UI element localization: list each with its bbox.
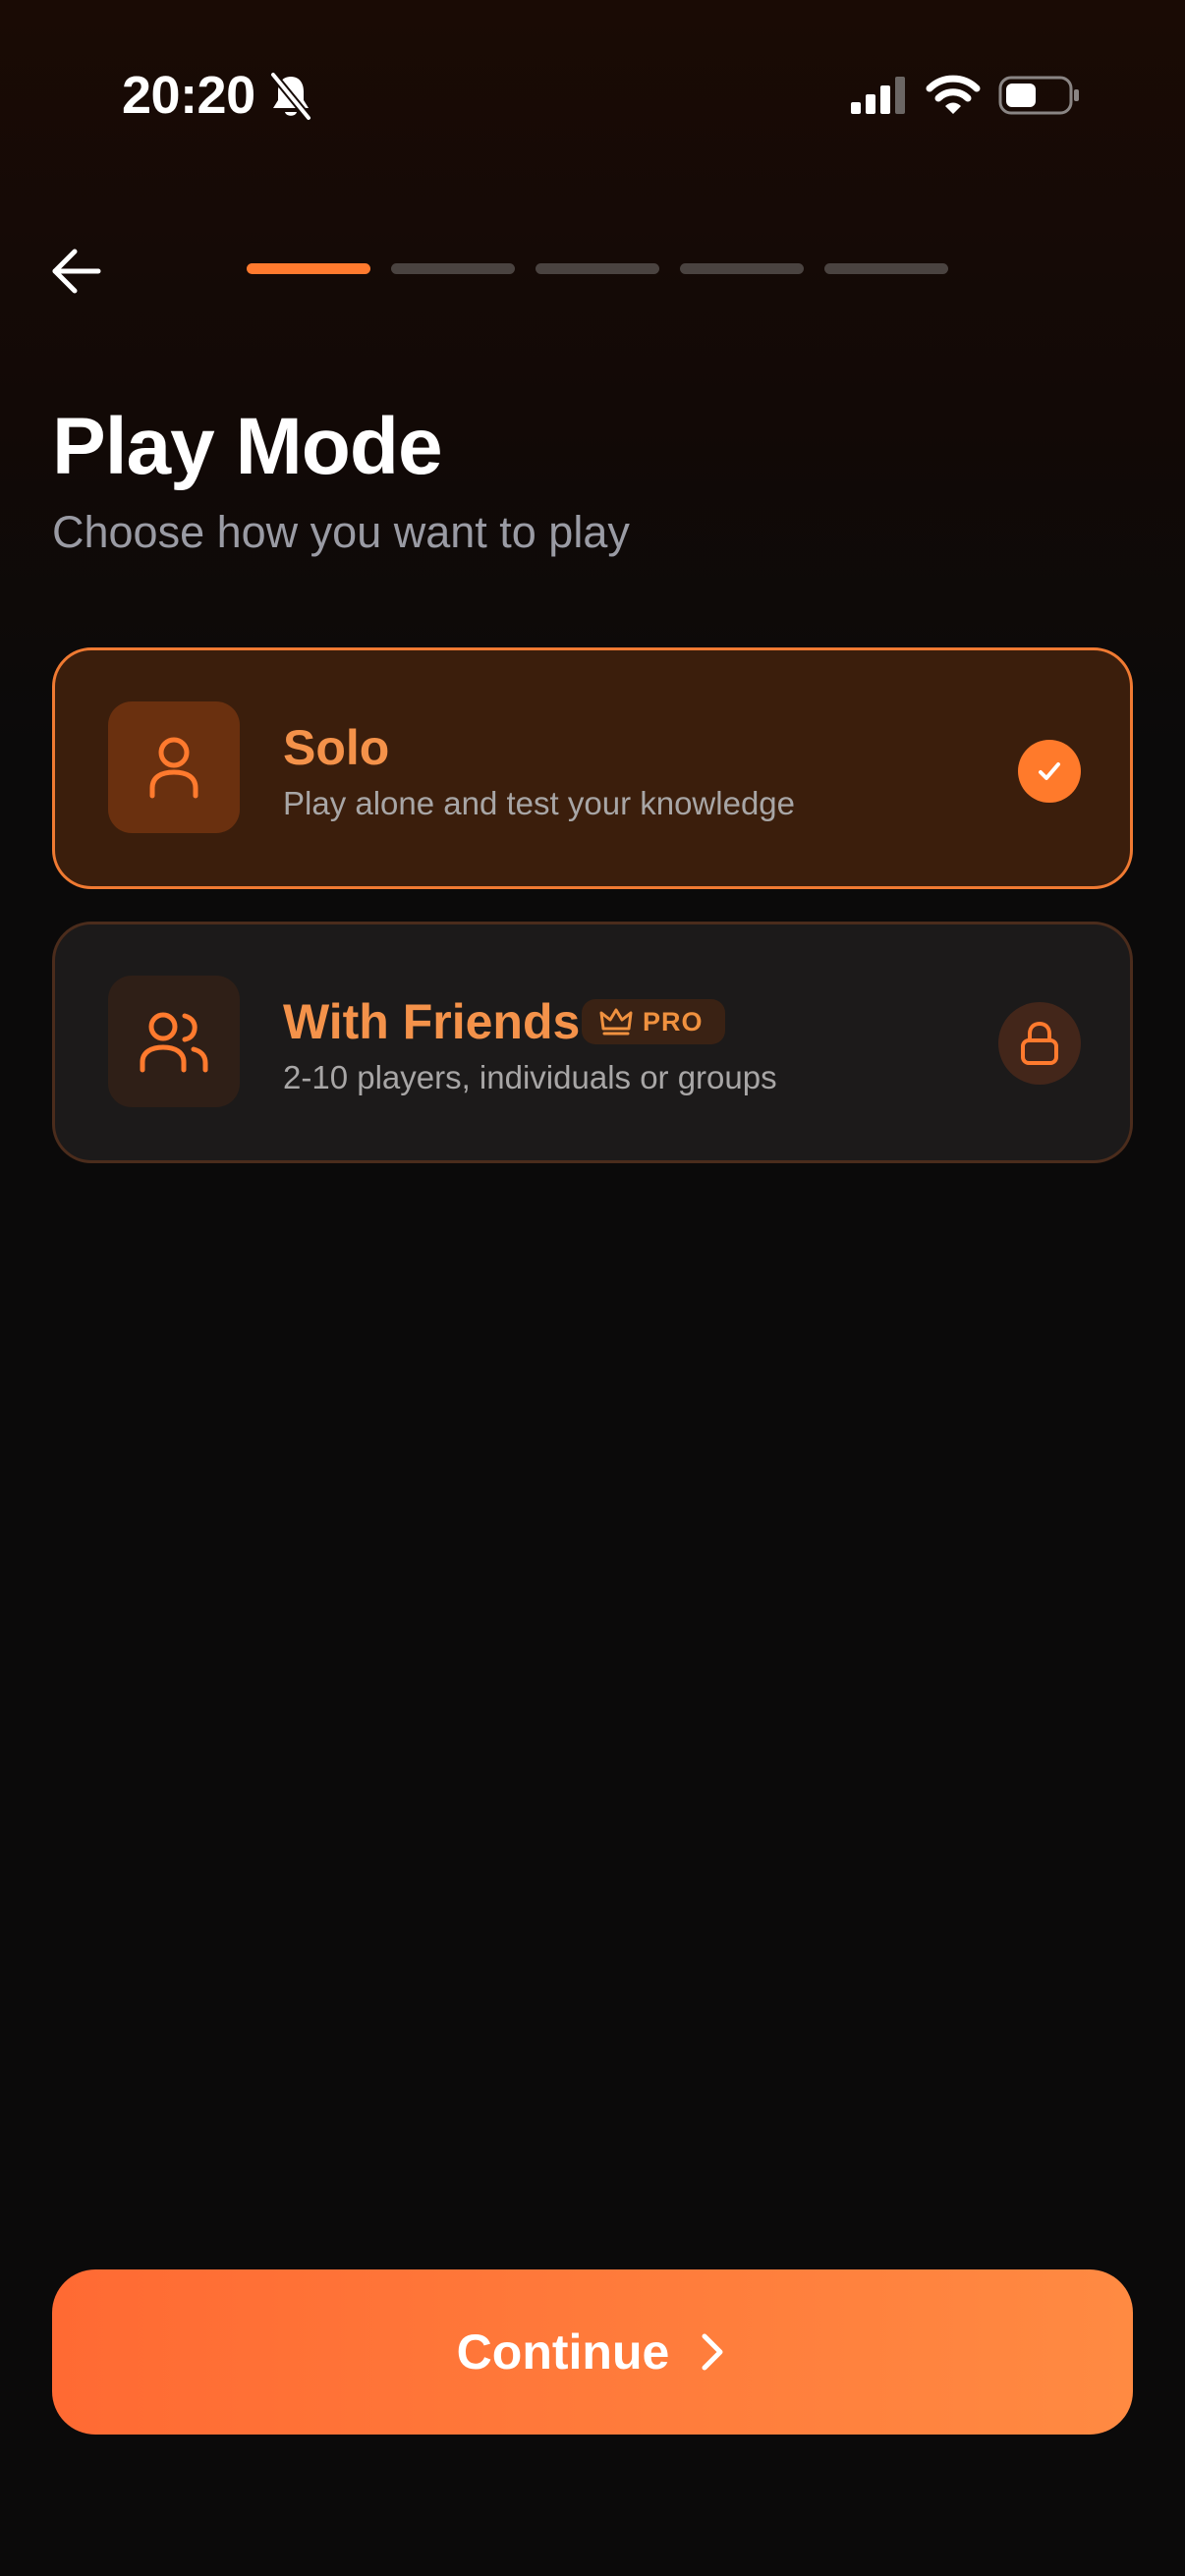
friends-description: 2-10 players, individuals or groups xyxy=(283,1059,777,1095)
check-icon xyxy=(1039,762,1060,780)
progress-step-5 xyxy=(824,263,948,274)
progress-step-4 xyxy=(680,263,804,274)
back-button[interactable] xyxy=(43,238,110,305)
friends-title: With Friends xyxy=(283,994,581,1049)
continue-label: Continue xyxy=(456,2324,670,2380)
chevron-right-icon xyxy=(702,2333,723,2371)
lock-icon xyxy=(1021,1021,1058,1065)
progress-steps xyxy=(247,263,949,275)
arrow-left-icon xyxy=(52,249,101,294)
status-bar: 20:20 xyxy=(0,0,1185,196)
page-subtitle: Choose how you want to play xyxy=(52,507,630,557)
cellular-signal-icon xyxy=(851,77,905,114)
play-mode-screen: 20:20 Play Mode Choose how you want to p… xyxy=(0,0,1185,2576)
status-time: 20:20 xyxy=(122,66,255,125)
wifi-icon xyxy=(926,75,981,114)
solo-title: Solo xyxy=(283,720,390,775)
progress-step-1 xyxy=(247,263,370,274)
progress-step-3 xyxy=(536,263,659,274)
continue-button[interactable]: Continue xyxy=(52,2269,1133,2435)
bell-muted-icon xyxy=(269,71,312,122)
friends-icon-box xyxy=(108,976,240,1107)
user-icon xyxy=(149,737,198,799)
page-title: Play Mode xyxy=(52,402,443,491)
solo-icon-box xyxy=(108,701,240,833)
mode-card-with-friends[interactable]: With Friends PRO 2-10 players, individua… xyxy=(52,922,1133,1163)
crown-icon xyxy=(599,1008,633,1036)
solo-description: Play alone and test your knowledge xyxy=(283,785,796,821)
mode-card-solo[interactable]: Solo Play alone and test your knowledge xyxy=(52,647,1133,889)
battery-icon xyxy=(998,76,1079,115)
locked-badge xyxy=(998,1002,1081,1085)
users-icon xyxy=(140,1012,208,1073)
pro-badge: PRO xyxy=(582,999,725,1044)
selected-badge xyxy=(1018,740,1081,803)
progress-step-2 xyxy=(391,263,515,274)
pro-badge-label: PRO xyxy=(643,1006,704,1036)
